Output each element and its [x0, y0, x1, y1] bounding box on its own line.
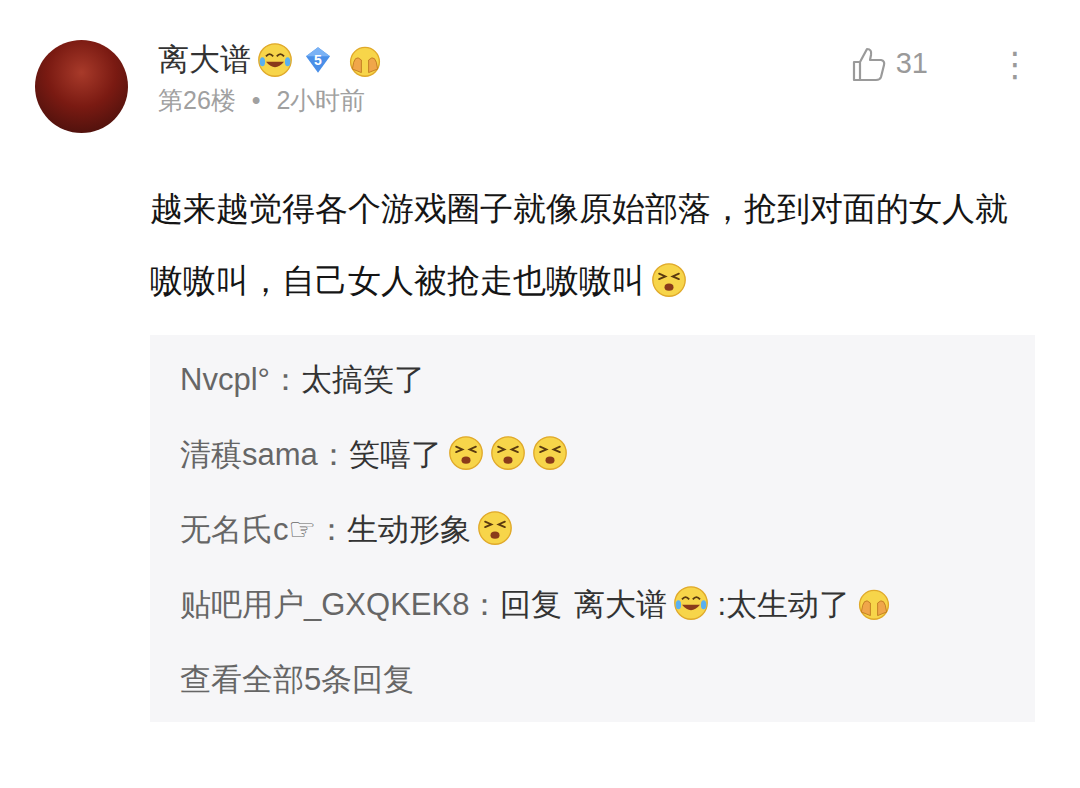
view-all-row: 查看全部5条回复 — [180, 647, 1015, 712]
post-meta: 第26楼 • 2小时前 — [158, 84, 383, 117]
reply-colon: ： — [318, 437, 349, 472]
reply-author[interactable]: 贴吧用户_GXQKEK8 — [180, 587, 469, 622]
content-text: 越来越觉得各个游戏圈子就像原始部落，抢到对面的女人就嗷嗷叫，自己女人被抢走也嗷嗷… — [150, 190, 1008, 299]
author-row: 离大谱 5 — [158, 40, 383, 80]
reply-author[interactable]: Nvcpl° — [180, 362, 270, 397]
reply-author[interactable]: 清稹sama — [180, 437, 318, 472]
reply-item[interactable]: 贴吧用户_GXQKEK8：回复离大谱 :太生动了 — [180, 572, 1015, 637]
laughing-emoji-icon — [257, 42, 293, 78]
reply-text: 生动形象 — [347, 512, 471, 547]
emoticon-group — [442, 437, 568, 472]
reply-target[interactable]: 离大谱 — [574, 587, 667, 622]
view-all-replies-link[interactable]: 查看全部5条回复 — [180, 662, 414, 697]
emoticon-group — [645, 262, 687, 299]
medal-icon — [347, 42, 383, 78]
emoticon-group — [850, 587, 892, 622]
reply-colon: ： — [469, 587, 500, 622]
more-menu-button[interactable]: ⋮ — [998, 47, 1032, 81]
reply-colon: ： — [270, 362, 301, 397]
laughing-emoji-icon — [673, 585, 709, 621]
post-content: 越来越觉得各个游戏圈子就像原始部落，抢到对面的女人就嗷嗷叫，自己女人被抢走也嗷嗷… — [150, 173, 1032, 317]
post-header: 离大谱 5 第26楼 • 2小时前 31 ⋮ — [150, 40, 1032, 133]
squint-emoji-icon — [490, 435, 526, 471]
reply-prefix: 回复 — [500, 587, 562, 622]
like-count: 31 — [896, 42, 928, 86]
reply-colon: ： — [316, 512, 347, 547]
squint-emoji-icon — [448, 435, 484, 471]
author-name[interactable]: 离大谱 — [158, 40, 251, 80]
emoticon-group — [471, 512, 513, 547]
squint-emoji-icon — [532, 435, 568, 471]
author-block: 离大谱 5 第26楼 • 2小时前 — [158, 40, 383, 117]
like-button[interactable]: 31 ⋮ — [848, 42, 1032, 86]
user-avatar[interactable] — [35, 40, 128, 133]
floor-number: 第26楼 — [158, 84, 236, 117]
post-body: 离大谱 5 第26楼 • 2小时前 31 ⋮ 越来越觉得各个游戏圈子就像原始部落，抢到对面的女… — [150, 40, 1032, 722]
post-time: 2小时前 — [277, 84, 366, 117]
reply-text: 太搞笑了 — [301, 362, 425, 397]
reply-panel: Nvcpl°：太搞笑了清稹sama：笑嘻了无名氏c☞：生动形象贴吧用户_GXQK… — [150, 335, 1035, 722]
reply-text: :太生动了 — [717, 587, 850, 622]
reply-item[interactable]: 无名氏c☞：生动形象 — [180, 497, 1015, 562]
squint-emoji-icon — [477, 510, 513, 546]
reply-text: 笑嘻了 — [349, 437, 442, 472]
reply-item[interactable]: 清稹sama：笑嘻了 — [180, 422, 1015, 487]
level-badge: 5 — [303, 45, 333, 75]
thumbs-up-icon — [848, 44, 888, 84]
level-number: 5 — [303, 45, 333, 75]
cover-face-emoji-icon — [856, 585, 892, 621]
squint-emoji-icon — [651, 262, 687, 298]
reply-item[interactable]: Nvcpl°：太搞笑了 — [180, 347, 1015, 412]
reply-author[interactable]: 无名氏c☞ — [180, 512, 316, 547]
meta-separator: • — [252, 84, 261, 117]
